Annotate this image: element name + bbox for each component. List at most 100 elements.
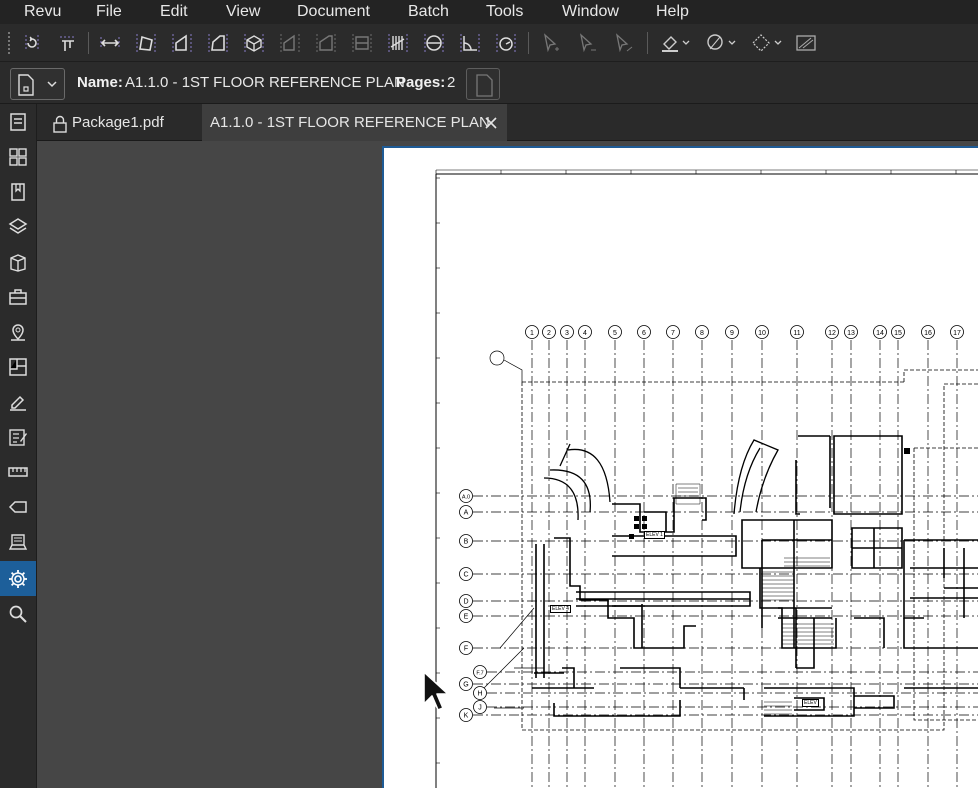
perimeter-icon[interactable]: [206, 31, 230, 55]
studio-icon[interactable]: [0, 524, 36, 559]
tab-floor-plan[interactable]: A1.1.0 - 1ST FLOOR REFERENCE PLAN: [202, 104, 507, 141]
measurements-icon[interactable]: [0, 454, 36, 489]
grid-bubble-label: A: [464, 510, 469, 517]
pen-markup-icon[interactable]: [612, 31, 636, 55]
grid-bubble-label: 7: [671, 330, 675, 337]
line-markup-icon[interactable]: [576, 31, 600, 55]
room-label: ELEV: [802, 699, 819, 707]
grid-bubble-label: K: [464, 713, 469, 720]
grid-bubble-label: 13: [847, 330, 855, 337]
grid-bubble-label: C: [463, 572, 468, 579]
grid-bubble-label: 8: [700, 330, 704, 337]
bookmarks-icon[interactable]: [0, 174, 36, 209]
name-label: Name:: [77, 74, 123, 91]
volume-icon[interactable]: [242, 31, 266, 55]
grid-bubble-label: 5: [613, 330, 617, 337]
name-value: A1.1.0 - 1ST FLOOR REFERENCE PLAN: [125, 74, 405, 91]
mouse-cursor-icon: [423, 671, 449, 711]
sheet-list-icon[interactable]: [0, 349, 36, 384]
pages-value: 2: [447, 74, 456, 91]
room-label: ELEV 1: [644, 531, 665, 539]
layers-icon[interactable]: [0, 209, 36, 244]
arc-icon[interactable]: [494, 31, 518, 55]
tab-label: Package1.pdf: [72, 114, 164, 131]
grid-bubble-label: 14: [876, 330, 884, 337]
file-access-icon[interactable]: [0, 104, 36, 139]
count-icon[interactable]: [386, 31, 410, 55]
area-icon[interactable]: [170, 31, 194, 55]
signatures-icon[interactable]: [0, 384, 36, 419]
grid-bubble-label: B: [464, 539, 469, 546]
room-label: ELEV 4: [550, 605, 571, 613]
grid-bubble-label: 9: [730, 330, 734, 337]
close-icon[interactable]: [484, 116, 498, 130]
tags-icon[interactable]: [0, 489, 36, 524]
grid-bubble-label: F: [464, 646, 468, 653]
menu-revu[interactable]: Revu: [24, 3, 61, 21]
menu-window[interactable]: Window: [562, 3, 619, 21]
search-icon[interactable]: [0, 596, 36, 631]
toolbar-separator: [647, 32, 648, 54]
hatch-pattern-icon[interactable]: [750, 31, 786, 55]
properties-icon[interactable]: [0, 561, 36, 596]
menu-bar: Revu File Edit View Document Batch Tools…: [0, 0, 978, 24]
grid-bubble-label: F.7: [476, 671, 483, 677]
grid-bubble-label: 3: [565, 330, 569, 337]
spaces-icon[interactable]: [0, 244, 36, 279]
align-icon[interactable]: [56, 31, 80, 55]
floor-plan-drawing: 1 2 3 4 5 6 7 8 9 10 11 12 13 14 15 16 17 A.0ABCDEFF.7GH…: [435, 169, 978, 788]
grid-bubble-label: 12: [828, 330, 836, 337]
opacity-icon[interactable]: [794, 31, 818, 55]
shape-style-icon[interactable]: [704, 31, 740, 55]
radius-icon[interactable]: [422, 31, 446, 55]
places-icon[interactable]: [0, 314, 36, 349]
menu-file[interactable]: File: [96, 3, 122, 21]
page-icon-button[interactable]: [466, 68, 500, 100]
lock-icon: [53, 115, 67, 133]
grid-bubble-label: 2: [547, 330, 551, 337]
rotate-icon[interactable]: [20, 31, 44, 55]
grid-bubble-label: 4: [583, 330, 587, 337]
page-icon: [476, 74, 493, 97]
toolbar-grip[interactable]: [8, 32, 10, 54]
menu-help[interactable]: Help: [656, 3, 689, 21]
document-icon: [18, 74, 57, 96]
grid-bubble-label: 6: [642, 330, 646, 337]
tab-package1[interactable]: Package1.pdf: [37, 104, 202, 141]
grid-bubble-label: E: [464, 614, 469, 621]
length-measure-icon[interactable]: [98, 31, 122, 55]
markups-list-icon[interactable]: [0, 419, 36, 454]
document-type-dropdown[interactable]: [10, 68, 65, 100]
diameter-icon[interactable]: [278, 31, 302, 55]
grid-bubble-label: H: [477, 691, 482, 698]
menu-edit[interactable]: Edit: [160, 3, 188, 21]
document-tab-bar: Package1.pdf A1.1.0 - 1ST FLOOR REFERENC…: [37, 104, 978, 141]
fill-color-icon[interactable]: [658, 31, 694, 55]
grid-bubble-label: 16: [924, 330, 932, 337]
cutout-icon[interactable]: [350, 31, 374, 55]
toolbar-separator: [88, 32, 89, 54]
dynamic-fill-icon[interactable]: [314, 31, 338, 55]
angle-icon[interactable]: [458, 31, 482, 55]
thumbnails-icon[interactable]: [0, 139, 36, 174]
grid-bubble-label: 15: [894, 330, 902, 337]
grid-bubble-label: A.0: [462, 495, 470, 501]
menu-view[interactable]: View: [226, 3, 260, 21]
polylength-icon[interactable]: [134, 31, 158, 55]
menu-document[interactable]: Document: [297, 3, 370, 21]
grid-bubble-label: 11: [793, 330, 800, 337]
menu-tools[interactable]: Tools: [486, 3, 523, 21]
grid-bubble-label: 10: [758, 330, 766, 337]
toolbar-separator: [528, 32, 529, 54]
tool-chest-icon[interactable]: [0, 279, 36, 314]
grid-bubble-label: 17: [953, 330, 961, 337]
measure-toolbar: [0, 24, 978, 62]
document-properties-bar: Name: A1.1.0 - 1ST FLOOR REFERENCE PLAN …: [0, 62, 978, 104]
drawing-sheet[interactable]: 1 2 3 4 5 6 7 8 9 10 11 12 13 14 15 16 17 A.0 A B C D E F F.7 G H…: [382, 146, 978, 788]
select-markup-icon[interactable]: [540, 31, 564, 55]
grid-bubble-label: 1: [530, 330, 534, 337]
grid-bubble-label: D: [463, 599, 468, 606]
menu-batch[interactable]: Batch: [408, 3, 449, 21]
pages-label: Pages:: [396, 74, 446, 91]
grid-bubble-label: J: [478, 705, 482, 712]
